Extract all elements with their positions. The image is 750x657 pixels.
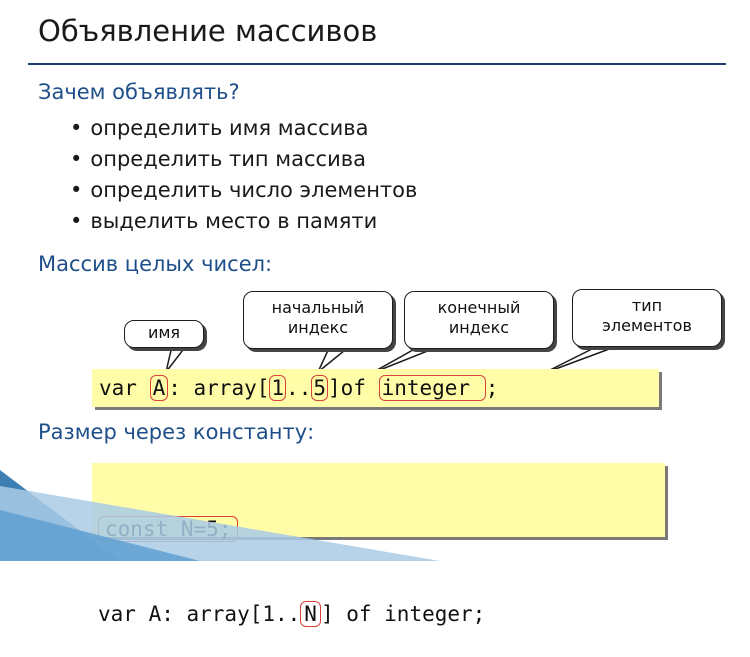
callout-name: имя xyxy=(124,320,204,348)
code-array-name: A xyxy=(149,375,169,401)
callout-start-index: начальный индекс xyxy=(243,291,393,349)
callout-type: тип элементов xyxy=(572,289,722,347)
callout-end-line2: индекс xyxy=(448,318,510,337)
code-element-type: integer xyxy=(378,375,486,401)
code-of: ]of xyxy=(328,376,379,400)
callout-name-text: имя xyxy=(147,323,181,342)
code-const-n: N xyxy=(300,601,321,627)
code-var: var xyxy=(99,376,150,400)
callout-type-line2: элементов xyxy=(602,316,692,335)
code-array-keyword: : array[ xyxy=(168,376,270,400)
code-range-dots: .. xyxy=(286,376,312,400)
code-var-line-start: var A: array[1.. xyxy=(98,602,301,626)
slide-corner-decoration xyxy=(0,470,440,561)
callout-start-line2: индекс xyxy=(287,318,349,337)
callout-start-line1: начальный xyxy=(271,298,365,317)
code-array-declaration: var A: array[1..5]of integer ; xyxy=(92,369,659,407)
code-var-line-end: ] of integer; xyxy=(320,602,486,626)
heading-const-size: Размер через константу: xyxy=(38,420,315,444)
code-start-index: 1 xyxy=(269,375,287,401)
callout-type-line1: тип xyxy=(631,296,663,315)
code-end-index: 5 xyxy=(311,375,328,401)
callout-end-line1: конечный xyxy=(437,298,521,317)
callout-end-index: конечный индекс xyxy=(404,291,554,349)
code-line-2: var A: array[1.. N] of integer; xyxy=(98,596,665,633)
code-semicolon: ; xyxy=(485,376,499,400)
